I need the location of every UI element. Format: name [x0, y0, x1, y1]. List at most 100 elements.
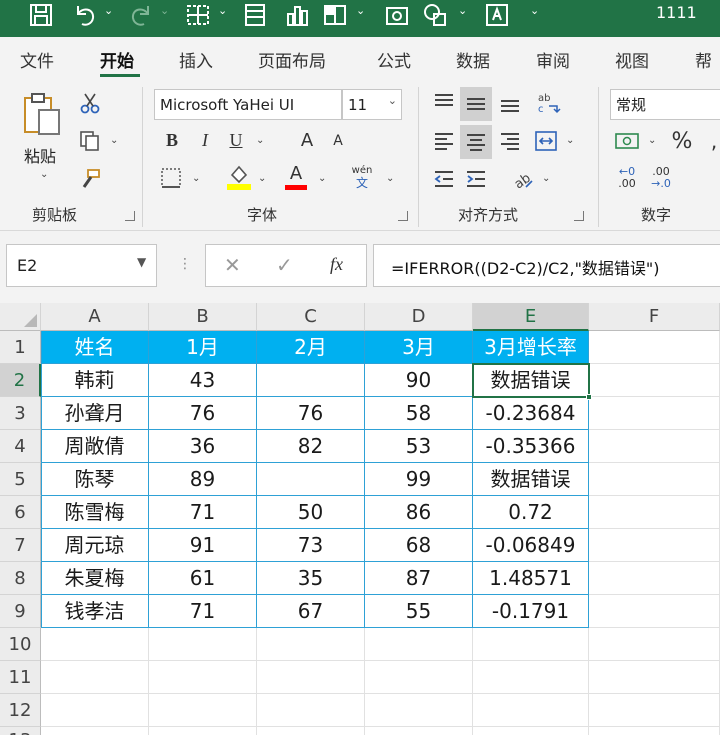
cell-f10[interactable]: [589, 628, 720, 661]
orientation-icon[interactable]: ab: [508, 165, 536, 193]
cell-d13[interactable]: [365, 727, 473, 735]
enter-icon[interactable]: ✓: [276, 253, 293, 277]
percent-button[interactable]: %: [668, 127, 696, 155]
camera-icon[interactable]: [384, 0, 410, 30]
chart-icon[interactable]: [285, 0, 311, 30]
column-header-b[interactable]: B: [149, 303, 257, 331]
cell-d7[interactable]: 68: [365, 529, 473, 562]
cell-c7[interactable]: 73: [257, 529, 365, 562]
cell-e10[interactable]: [473, 628, 589, 661]
cell-a2[interactable]: 韩莉: [41, 364, 149, 397]
cell-e6[interactable]: 0.72: [473, 496, 589, 529]
cell-a13[interactable]: [41, 727, 149, 735]
tab-formulas[interactable]: 公式: [377, 47, 411, 72]
insert-function-button[interactable]: fx: [330, 254, 343, 275]
fill-color-icon[interactable]: [226, 163, 252, 191]
row-header-13[interactable]: 13: [0, 727, 41, 735]
column-header-f[interactable]: F: [589, 303, 720, 331]
font-name-combo[interactable]: Microsoft YaHei UI: [154, 89, 342, 120]
row-header-6[interactable]: 6: [0, 496, 41, 529]
select-all-button[interactable]: [0, 303, 41, 331]
cell-d6[interactable]: 86: [365, 496, 473, 529]
form-icon[interactable]: [242, 0, 268, 30]
undo-dropdown-icon[interactable]: ⌄: [104, 4, 113, 17]
cell-a10[interactable]: [41, 628, 149, 661]
text-direction-icon[interactable]: ab c: [534, 89, 562, 117]
cell-e7[interactable]: -0.06849: [473, 529, 589, 562]
cell-f11[interactable]: [589, 661, 720, 694]
decrease-decimal-button[interactable]: .00 →.0: [646, 163, 676, 193]
orientation-dropdown-icon[interactable]: ⌄: [542, 173, 550, 184]
table-header-cell[interactable]: 2月: [257, 331, 365, 364]
column-header-e[interactable]: E: [473, 303, 589, 331]
row-header-8[interactable]: 8: [0, 562, 41, 595]
shapes-dropdown-icon[interactable]: ⌄: [458, 4, 467, 17]
column-header-d[interactable]: D: [365, 303, 473, 331]
tab-data[interactable]: 数据: [456, 47, 490, 72]
format-painter-icon[interactable]: [78, 167, 102, 191]
cell-c3[interactable]: 76: [257, 397, 365, 430]
cell-f4[interactable]: [589, 430, 720, 463]
borders-dropdown-icon[interactable]: ⌄: [192, 173, 200, 184]
cell-e12[interactable]: [473, 694, 589, 727]
cell-c12[interactable]: [257, 694, 365, 727]
table-header-cell[interactable]: 1月: [149, 331, 257, 364]
cell-b8[interactable]: 61: [149, 562, 257, 595]
cell-d11[interactable]: [365, 661, 473, 694]
phonetic-dropdown-icon[interactable]: ⌄: [386, 173, 394, 184]
align-bottom-icon[interactable]: [496, 89, 524, 117]
font-color-dropdown-icon[interactable]: ⌄: [318, 173, 326, 184]
cell-c9[interactable]: 67: [257, 595, 365, 628]
cell-f12[interactable]: [589, 694, 720, 727]
row-header-11[interactable]: 11: [0, 661, 41, 694]
cell-f13[interactable]: [589, 727, 720, 735]
table-header-cell[interactable]: 3月增长率: [473, 331, 589, 364]
row-header-7[interactable]: 7: [0, 529, 41, 562]
accounting-dropdown-icon[interactable]: ⌄: [648, 135, 656, 146]
redo-icon[interactable]: [128, 0, 154, 30]
cell-b13[interactable]: [149, 727, 257, 735]
cell-d2[interactable]: 90: [365, 364, 473, 397]
cell-b12[interactable]: [149, 694, 257, 727]
tab-file[interactable]: 文件: [20, 47, 54, 72]
cell-d9[interactable]: 55: [365, 595, 473, 628]
cell-c13[interactable]: [257, 727, 365, 735]
cell-a12[interactable]: [41, 694, 149, 727]
borders-dropdown-icon[interactable]: ⌄: [218, 4, 227, 17]
align-center-icon[interactable]: [460, 125, 492, 159]
cell-b2[interactable]: 43: [149, 364, 257, 397]
table-header-cell[interactable]: 姓名: [41, 331, 149, 364]
cell-d12[interactable]: [365, 694, 473, 727]
formula-bar-grip-icon[interactable]: ⋮: [178, 256, 192, 272]
cell-b5[interactable]: 89: [149, 463, 257, 496]
grow-font-button[interactable]: A: [296, 127, 318, 153]
cell-f5[interactable]: [589, 463, 720, 496]
cell-f3[interactable]: [589, 397, 720, 430]
comma-style-icon[interactable]: ,: [704, 127, 720, 155]
column-header-a[interactable]: A: [41, 303, 149, 331]
cell-e9[interactable]: -0.1791: [473, 595, 589, 628]
cell-f1[interactable]: [589, 331, 720, 364]
cell-e8[interactable]: 1.48571: [473, 562, 589, 595]
align-middle-icon[interactable]: [460, 87, 492, 121]
align-top-icon[interactable]: [430, 89, 458, 117]
undo-icon[interactable]: [72, 0, 98, 30]
increase-indent-icon[interactable]: [462, 165, 490, 193]
column-header-c[interactable]: C: [257, 303, 365, 331]
cell-a11[interactable]: [41, 661, 149, 694]
copy-dropdown-icon[interactable]: ⌄: [110, 135, 118, 146]
tab-view[interactable]: 视图: [615, 47, 649, 72]
borders-icon[interactable]: [185, 0, 211, 30]
shrink-font-button[interactable]: A: [328, 129, 348, 153]
accounting-format-icon[interactable]: [612, 127, 642, 155]
phonetic-guide-icon[interactable]: wén 文: [350, 163, 374, 191]
bold-button[interactable]: B: [160, 127, 184, 153]
merge-center-icon[interactable]: [532, 127, 560, 155]
cell-e13[interactable]: [473, 727, 589, 735]
align-right-icon[interactable]: [496, 127, 524, 155]
underline-dropdown-icon[interactable]: ⌄: [256, 135, 264, 146]
formula-input[interactable]: =IFERROR((D2-C2)/C2,"数据错误"): [373, 244, 720, 287]
cell-d4[interactable]: 53: [365, 430, 473, 463]
cell-d10[interactable]: [365, 628, 473, 661]
cell-b7[interactable]: 91: [149, 529, 257, 562]
